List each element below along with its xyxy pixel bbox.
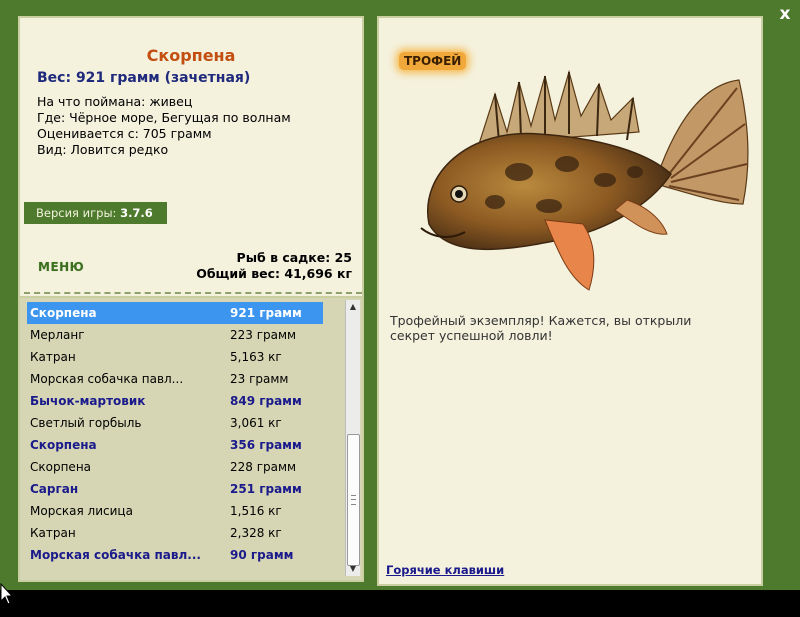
fish-name: Скорпена — [30, 306, 97, 320]
fish-name: Морская собачка павл... — [30, 548, 201, 562]
catch-stats: Рыб в садке: 25 Общий вес: 41,696 кг — [196, 250, 352, 282]
fish-name: Бычок-мартовик — [30, 394, 146, 408]
fish-weight-value: 223 грамм — [230, 328, 297, 342]
fish-name: Скорпена — [30, 460, 92, 474]
fish-weight-value: 2,328 кг — [230, 526, 282, 540]
menu-button[interactable]: МЕНЮ — [38, 260, 84, 274]
dorsal-fin — [478, 69, 640, 145]
fish-count: Рыб в садке: 25 — [236, 250, 352, 265]
rarity-info: Вид: Ловится редко — [37, 142, 169, 157]
list-item[interactable]: Скорпена 921 грамм — [27, 302, 323, 324]
scroll-down-icon[interactable]: ▼ — [346, 562, 360, 576]
fish-weight-value: 5,163 кг — [230, 350, 282, 364]
fish-image — [420, 69, 749, 291]
list-item[interactable]: Морская собачка павл... 90 грамм — [27, 544, 323, 566]
left-panel: Скорпена Вес: 921 грамм (зачетная) На чт… — [18, 16, 368, 586]
list-item[interactable]: Скорпена 228 грамм — [27, 456, 323, 478]
version-label: Версия игры: — [36, 206, 117, 220]
close-icon[interactable]: x — [776, 4, 794, 24]
version-value: 3.7.6 — [120, 206, 153, 220]
fish-info-panel: Скорпена Вес: 921 грамм (зачетная) На чт… — [18, 16, 364, 298]
list-item[interactable]: Светлый горбыль 3,061 кг — [27, 412, 323, 434]
list-item[interactable]: Катран 5,163 кг — [27, 346, 323, 368]
fish-weight-value: 228 грамм — [230, 460, 297, 474]
fish-name: Морская лисица — [30, 504, 133, 518]
fish-weight: Вес: 921 грамм (зачетная) — [37, 70, 251, 86]
list-item[interactable]: Мерланг 223 грамм — [27, 324, 323, 346]
fish-weight-value: 90 грамм — [230, 548, 294, 562]
mouse-cursor-icon — [0, 583, 14, 605]
fish-weight-value: 1,516 кг — [230, 504, 282, 518]
fish-name: Мерланг — [30, 328, 85, 342]
eye-pupil — [455, 190, 463, 198]
grip-icon — [351, 495, 356, 505]
total-weight: Общий вес: 41,696 кг — [196, 266, 352, 281]
version-badge: Версия игры: 3.7.6 — [24, 202, 167, 224]
fish-weight-value: 849 грамм — [230, 394, 302, 408]
trophy-description: Трофейный экземпляр! Кажется, вы открыли… — [390, 313, 692, 343]
location-info: Где: Чёрное море, Бегущая по волнам — [37, 110, 291, 125]
scroll-up-icon[interactable]: ▲ — [346, 300, 360, 314]
trophy-panel: ТРОФЕЙ Трофейный экземпляр! Кажется, вы … — [377, 16, 763, 586]
divider — [24, 292, 362, 294]
valued-info: Оценивается с: 705 грамм — [37, 126, 212, 141]
fish-weight-value: 251 грамм — [230, 482, 302, 496]
fish-weight-value: 921 грамм — [230, 306, 302, 320]
fish-name: Скорпена — [30, 438, 97, 452]
list-item[interactable]: Бычок-мартовик 849 грамм — [27, 390, 323, 412]
fish-title: Скорпена — [146, 46, 236, 65]
list-item[interactable]: Скорпена 356 грамм — [27, 434, 323, 456]
list-item[interactable]: Морская лисица 1,516 кг — [27, 500, 323, 522]
fish-weight-value: 23 грамм — [230, 372, 289, 386]
bait-info: На что поймана: живец — [37, 94, 193, 109]
list-item[interactable]: Сарган 251 грамм — [27, 478, 323, 500]
list-item[interactable]: Катран 2,328 кг — [27, 522, 323, 544]
pectoral-fin — [544, 219, 595, 291]
trophy-badge: ТРОФЕЙ — [399, 52, 467, 70]
list-item[interactable]: Морская собачка павл... 23 грамм — [27, 368, 323, 390]
fish-name: Катран — [30, 526, 76, 540]
fish-name: Морская собачка павл... — [30, 372, 184, 386]
catch-list: Скорпена 921 грамм Мерланг 223 грамм Катран 5… — [18, 296, 364, 582]
fish-name: Катран — [30, 350, 76, 364]
fish-weight-value: 3,061 кг — [230, 416, 282, 430]
fish-name: Светлый горбыль — [30, 416, 142, 430]
scroll-thumb[interactable] — [347, 434, 360, 566]
fish-weight-value: 356 грамм — [230, 438, 302, 452]
tail-fin — [660, 79, 749, 205]
game-window: x Скорпена Вес: 921 грамм (зачетная) На … — [0, 0, 800, 590]
list-scrollbar[interactable]: ▲ ▼ — [345, 300, 360, 576]
hotkeys-link[interactable]: Горячие клавиши — [386, 563, 504, 577]
fish-name: Сарган — [30, 482, 79, 496]
